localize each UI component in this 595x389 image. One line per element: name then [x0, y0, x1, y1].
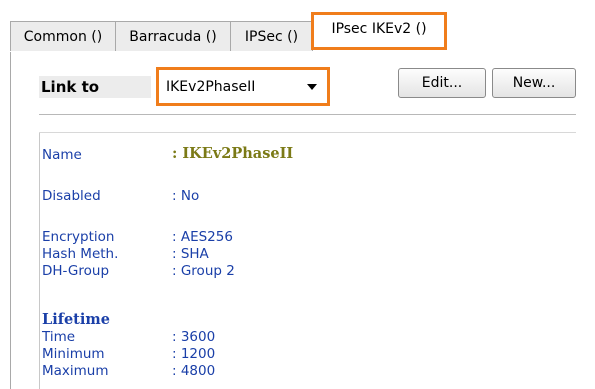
property-label: Hash Meth. — [42, 246, 119, 262]
property-value: : 4800 — [172, 363, 216, 379]
link-to-selected-value: IKEv2PhaseII — [166, 78, 256, 95]
dropdown-arrow-icon[interactable] — [307, 84, 317, 90]
property-value: : Group 2 — [172, 263, 235, 279]
property-label: Name — [42, 147, 82, 163]
link-to-dropdown[interactable]: IKEv2PhaseII — [156, 67, 330, 106]
edit-button[interactable]: Edit... — [398, 68, 486, 98]
property-value: : IKEv2PhaseII — [172, 145, 294, 162]
property-value: : 1200 — [172, 346, 216, 362]
tab-ipsec-ikev2[interactable]: IPsec IKEv2 () — [311, 12, 447, 50]
tab-bar: Common () Barracuda () IPSec () IPsec IK… — [10, 12, 595, 53]
tab-content-panel: Link to IKEv2PhaseII Edit... New... Name… — [10, 52, 595, 389]
property-label: Encryption — [42, 229, 115, 245]
property-label: Time — [42, 329, 76, 345]
new-button[interactable]: New... — [492, 68, 576, 98]
tab-ipsec[interactable]: IPSec () — [230, 21, 313, 51]
properties-list: Name : IKEv2PhaseII Disabled : No Encryp… — [39, 133, 595, 389]
property-label: DH-Group — [42, 263, 110, 279]
ipsec-config-window: Common () Barracuda () IPSec () IPsec IK… — [0, 0, 595, 389]
tab-common[interactable]: Common () — [10, 21, 116, 51]
property-value: : SHA — [172, 246, 209, 262]
lifetime-heading: Lifetime — [42, 311, 110, 328]
divider — [39, 114, 576, 115]
link-to-label: Link to — [39, 76, 151, 98]
property-label: Minimum — [42, 346, 105, 362]
property-value: : AES256 — [172, 229, 233, 245]
tab-barracuda[interactable]: Barracuda () — [115, 21, 231, 51]
property-value: : No — [172, 188, 200, 204]
property-value: : 3600 — [172, 329, 216, 345]
property-label: Disabled — [42, 188, 101, 204]
property-label: Maximum — [42, 363, 109, 379]
